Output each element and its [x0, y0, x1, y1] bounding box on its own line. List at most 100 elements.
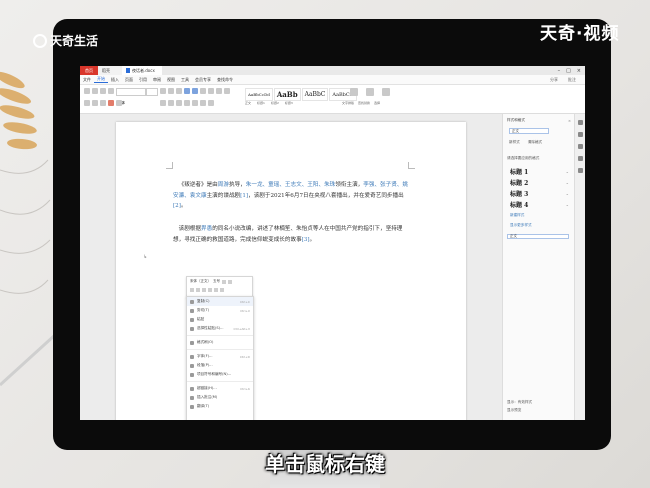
- menu-insert[interactable]: 插入: [108, 77, 122, 83]
- context-menu-translate[interactable]: 翻译(T): [187, 402, 253, 411]
- bold-icon[interactable]: [190, 288, 194, 292]
- menu-review[interactable]: 审阅: [150, 77, 164, 83]
- close-icon[interactable]: ×: [577, 68, 581, 74]
- font-size-select[interactable]: [146, 88, 158, 96]
- border-icon[interactable]: [208, 100, 214, 106]
- justify-icon[interactable]: [184, 100, 190, 106]
- link-text[interactable]: 畀愚: [201, 226, 212, 232]
- reference-mark[interactable]: [3]: [302, 237, 310, 243]
- menu-search-command[interactable]: 查找命令: [214, 77, 236, 83]
- mini-size-select[interactable]: 五号: [213, 279, 220, 284]
- italic-icon[interactable]: [92, 100, 98, 106]
- tab-document[interactable]: 夜话者.docx: [122, 66, 162, 75]
- style-list-item[interactable]: 标题 3 ⌄: [507, 188, 569, 199]
- paragraph-1[interactable]: 《叛逆者》是由周游执导，朱一龙、童瑶、王志文、王阳、朱珠领衔主演，李强、张子贤、…: [173, 180, 413, 212]
- menu-view[interactable]: 视图: [164, 77, 178, 83]
- underline-icon[interactable]: [100, 100, 106, 106]
- current-style-select[interactable]: 正文: [509, 128, 549, 134]
- format-painter-icon[interactable]: [220, 288, 224, 292]
- style-normal[interactable]: AaBbCcDd: [245, 88, 273, 101]
- new-style-link[interactable]: 新建样式: [510, 213, 524, 218]
- menu-references[interactable]: 引用: [136, 77, 150, 83]
- minimize-icon[interactable]: –: [558, 68, 561, 74]
- select-pane-icon[interactable]: [578, 132, 583, 137]
- paragraph-2[interactable]: 该剧根据畀愚的同名小说改编，讲述了林楠笙、朱怡贞等人在中国共产党的指引下，坚持理…: [173, 224, 413, 245]
- body-style-select[interactable]: 正文: [507, 234, 569, 239]
- style-list-item[interactable]: 标题 1 ⌄: [507, 166, 569, 177]
- tab-templates[interactable]: 稻壳: [98, 66, 122, 75]
- more-styles-link[interactable]: 显示更多样式: [510, 223, 532, 228]
- context-menu-font[interactable]: 字体(F)... Ctrl+D: [187, 352, 253, 361]
- settings-icon[interactable]: [578, 168, 583, 173]
- sort-icon[interactable]: [216, 88, 222, 94]
- shrink-font-icon[interactable]: [168, 88, 174, 94]
- text-layout-icon[interactable]: [350, 88, 358, 96]
- shading-icon[interactable]: [200, 100, 206, 106]
- context-menu-comment[interactable]: 插入批注(M): [187, 393, 253, 402]
- font-color-icon[interactable]: [108, 100, 114, 106]
- maximize-icon[interactable]: □: [566, 68, 571, 74]
- menu-tools[interactable]: 工具: [178, 77, 192, 83]
- show-styles-select[interactable]: 显示：有效样式: [507, 400, 532, 405]
- paste-icon[interactable]: [84, 88, 90, 94]
- font-color-icon[interactable]: [208, 288, 212, 292]
- context-menu-copy[interactable]: 复制(C) Ctrl+C: [187, 297, 253, 306]
- copy-icon[interactable]: [100, 88, 106, 94]
- menu-member[interactable]: 会员专享: [192, 77, 214, 83]
- menu-file[interactable]: 文件: [80, 77, 94, 83]
- grow-font-icon[interactable]: [222, 279, 226, 284]
- format-painter-icon[interactable]: [108, 88, 114, 94]
- style-list-item[interactable]: 标题 4 ⌄: [507, 199, 569, 210]
- align-right-icon[interactable]: [176, 100, 182, 106]
- list-bullets-icon[interactable]: [184, 88, 190, 94]
- reference-mark[interactable]: [1]: [240, 193, 248, 199]
- style-heading-2[interactable]: AaBbC: [301, 88, 329, 101]
- clear-format-button[interactable]: 清除格式: [528, 140, 542, 145]
- menu-page[interactable]: 页面: [122, 77, 136, 83]
- menu-home[interactable]: 开始: [94, 76, 108, 83]
- context-menu-bullets[interactable]: 项目符号和编号(N)...: [187, 370, 253, 379]
- context-menu-paste-special[interactable]: 选择性粘贴(S)... Ctrl+Alt+V: [187, 324, 253, 333]
- document-page[interactable]: 《叛逆者》是由周游执导，朱一龙、童瑶、王志文、王阳、朱珠领衔主演，李强、张子贤、…: [116, 122, 466, 420]
- mini-font-select[interactable]: 宋体（正文）: [190, 279, 211, 284]
- context-menu-cut[interactable]: 剪切(T) Ctrl+X: [187, 306, 253, 315]
- style-list-item[interactable]: 标题 2 ⌄: [507, 177, 569, 188]
- style-heading-1[interactable]: AaBb: [273, 88, 301, 101]
- reference-mark[interactable]: [2]: [173, 203, 181, 209]
- show-marks-icon[interactable]: [224, 88, 230, 94]
- context-menu-hyperlink[interactable]: 超链接(H)... Ctrl+K: [187, 384, 253, 393]
- align-left-icon[interactable]: [160, 100, 166, 106]
- shrink-font-icon[interactable]: [228, 279, 232, 284]
- link-text[interactable]: 周游: [218, 182, 229, 188]
- backup-icon[interactable]: [578, 156, 583, 161]
- paragraph-align-group: [160, 100, 214, 106]
- style-pane-icon[interactable]: [578, 120, 583, 125]
- context-menu-paste[interactable]: 粘贴: [187, 315, 253, 324]
- cut-icon[interactable]: [92, 88, 98, 94]
- grow-font-icon[interactable]: [160, 88, 166, 94]
- select-icon[interactable]: [382, 88, 390, 96]
- font-name-select[interactable]: 宋体: [116, 88, 146, 105]
- properties-icon[interactable]: [578, 144, 583, 149]
- line-spacing-icon[interactable]: [192, 100, 198, 106]
- underline-icon[interactable]: [202, 288, 206, 292]
- comment-button[interactable]: 批注: [565, 77, 579, 83]
- show-preview-checkbox[interactable]: 显示预览: [507, 408, 532, 413]
- align-center-icon[interactable]: [168, 100, 174, 106]
- list-numbers-icon[interactable]: [192, 88, 198, 94]
- new-style-button[interactable]: 新样式: [509, 140, 520, 145]
- highlight-icon[interactable]: [214, 288, 218, 292]
- find-replace-icon[interactable]: [366, 88, 374, 96]
- close-icon[interactable]: ×: [568, 119, 571, 123]
- context-menu-format-painter[interactable]: 格式刷(O): [187, 338, 253, 347]
- share-button[interactable]: 分享: [547, 77, 561, 83]
- indent-icon[interactable]: [200, 88, 206, 94]
- clear-format-icon[interactable]: [176, 88, 182, 94]
- italic-icon[interactable]: [196, 288, 200, 292]
- tab-home[interactable]: 首页: [80, 66, 98, 75]
- context-menu-paragraph[interactable]: 段落(P)...: [187, 361, 253, 370]
- link-text[interactable]: 朱一龙、童瑶、王志文、王阳、朱珠: [246, 182, 336, 188]
- highlight-icon[interactable]: [116, 100, 122, 106]
- outdent-icon[interactable]: [208, 88, 214, 94]
- bold-icon[interactable]: [84, 100, 90, 106]
